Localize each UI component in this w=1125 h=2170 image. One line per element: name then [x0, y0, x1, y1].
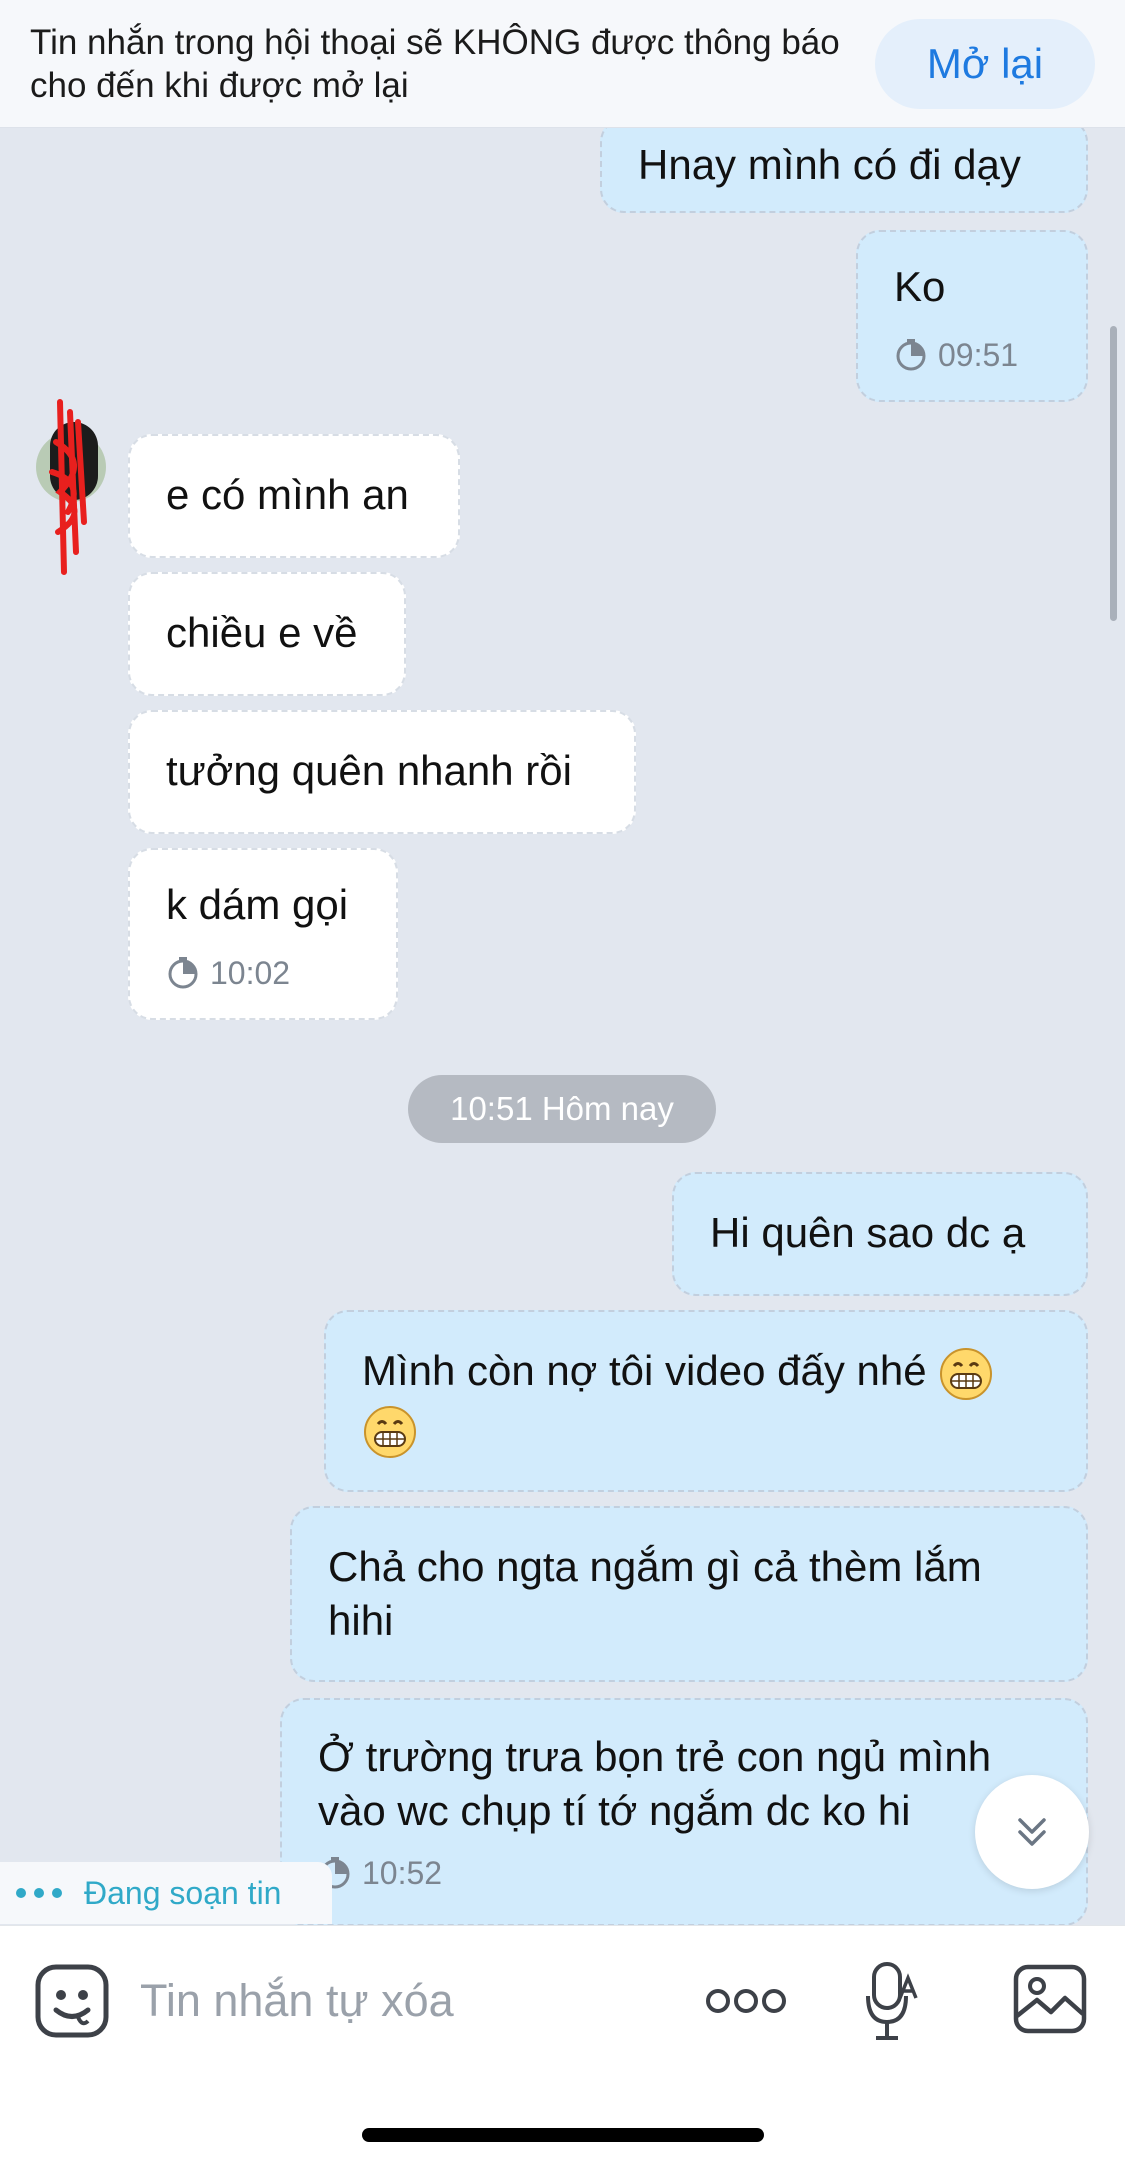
image-icon[interactable] [1013, 1964, 1087, 2034]
message-time: 09:51 [894, 328, 1050, 382]
more-icon[interactable] [704, 1981, 788, 2021]
message-time: 10:52 [318, 1846, 1050, 1900]
message-bubble[interactable]: k dám gọi 10:02 [128, 848, 398, 1020]
scroll-to-bottom-button[interactable] [975, 1775, 1089, 1889]
typing-indicator: Đang soạn tin [0, 1862, 332, 1924]
message-bubble[interactable]: Hnay mình có đi dạy [600, 128, 1088, 213]
scrollbar[interactable] [1110, 326, 1117, 621]
mute-banner: Tin nhắn trong hội thoại sẽ KHÔNG được t… [0, 0, 1125, 128]
message-text: e có mình an [166, 471, 409, 518]
message-text-content: Mình còn nợ tôi video đấy nhé [362, 1347, 927, 1394]
grinning-face-icon [364, 1405, 416, 1458]
message-bubble[interactable]: chiều e về [128, 572, 406, 696]
composer-bar [0, 1925, 1125, 2170]
message-text: Ko [894, 263, 946, 310]
reopen-button[interactable]: Mở lại [875, 19, 1095, 109]
grinning-face-icon [940, 1347, 993, 1400]
timer-icon [896, 339, 926, 371]
message-bubble[interactable]: Hi quên sao dc ạ [672, 1172, 1088, 1296]
mic-icon[interactable] [866, 1958, 918, 2046]
emoji-icon[interactable] [34, 1963, 110, 2039]
message-time: 10:02 [166, 946, 360, 1000]
message-bubble[interactable]: e có mình an [128, 434, 460, 558]
message-text: k dám gọi [166, 881, 349, 928]
date-separator: 10:51 Hôm nay [408, 1075, 716, 1143]
typing-dots-icon [16, 1888, 62, 1898]
timer-icon [168, 957, 198, 989]
typing-text: Đang soạn tin [84, 1874, 282, 1911]
time-text: 10:02 [210, 955, 291, 991]
time-text: 10:52 [362, 1855, 443, 1891]
message-bubble[interactable]: Ko 09:51 [856, 230, 1088, 402]
time-text: 09:51 [938, 337, 1019, 373]
scribble-overlay [49, 399, 98, 575]
contact-avatar[interactable] [36, 399, 106, 575]
message-list[interactable]: Hnay mình có đi dạy Ko 09:51 e có mình a… [0, 128, 1125, 1925]
message-bubble[interactable]: Mình còn nợ tôi video đấy nhé [324, 1310, 1088, 1492]
message-text: Ở trường trưa bọn trẻ con ngủ mình vào w… [318, 1733, 992, 1834]
message-bubble[interactable]: tưởng quên nhanh rồi [128, 710, 636, 834]
message-input[interactable] [140, 1966, 660, 2036]
message-text: Hi quên sao dc ạ [710, 1209, 1026, 1256]
message-bubble[interactable]: Ở trường trưa bọn trẻ con ngủ mình vào w… [280, 1698, 1088, 1925]
home-indicator [362, 2128, 764, 2142]
message-text: Mình còn nợ tôi video đấy nhé [362, 1344, 1050, 1460]
message-text: Hnay mình có đi dạy [638, 141, 1021, 188]
double-chevron-down-icon [1018, 1818, 1046, 1846]
message-text: Chả cho ngta ngắm gì cả thèm lắm hihi [328, 1543, 982, 1644]
mute-notice-text: Tin nhắn trong hội thoại sẽ KHÔNG được t… [30, 22, 840, 105]
message-bubble[interactable]: Chả cho ngta ngắm gì cả thèm lắm hihi [290, 1506, 1088, 1682]
message-text: tưởng quên nhanh rồi [166, 747, 572, 794]
message-text: chiều e về [166, 609, 358, 656]
